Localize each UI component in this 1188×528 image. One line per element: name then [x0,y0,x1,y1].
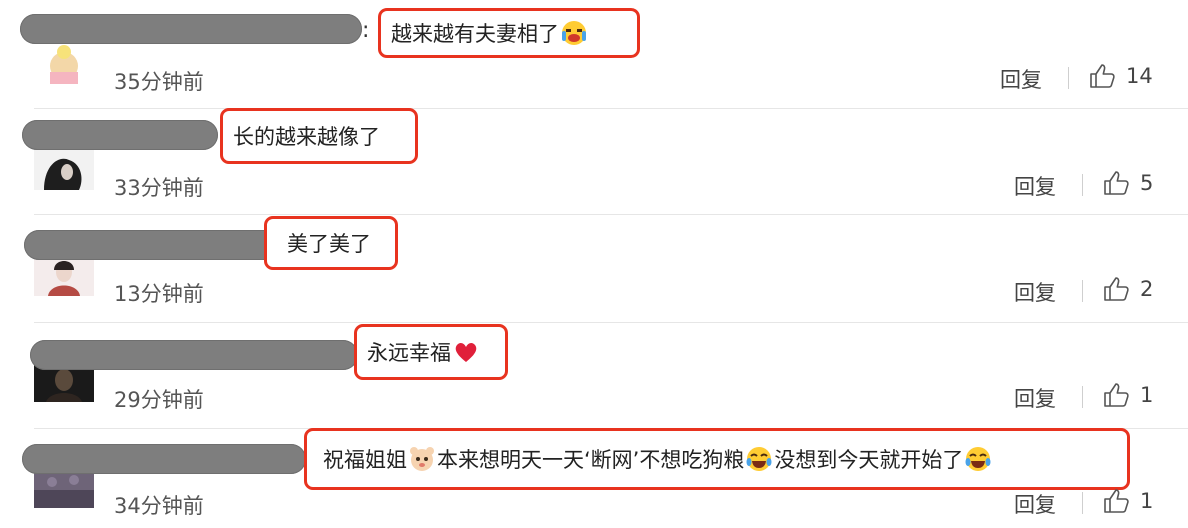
crying-laugh-emoji-icon [560,19,588,47]
action-separator [1082,280,1083,302]
tears-of-joy-emoji-icon [964,445,992,473]
thumbs-up-icon [1090,64,1115,88]
action-separator [1082,492,1083,514]
redacted-username [20,14,362,44]
avatar[interactable] [34,44,94,84]
action-separator [1082,174,1083,196]
comment-time: 13分钟前 [114,282,204,306]
reply-button[interactable]: 回复 [1014,277,1056,307]
thumbs-up-icon [1104,277,1129,301]
redacted-username [22,444,306,474]
thumbs-up-icon [1104,489,1129,513]
reply-button[interactable]: 回复 [1000,64,1042,94]
like-count: 1 [1140,489,1154,513]
comment-divider [34,108,1188,109]
like-count: 5 [1140,171,1154,195]
redacted-username [22,120,218,150]
comment-divider [34,214,1188,215]
avatar[interactable] [34,468,94,508]
comment-text: 长的越来越像了 [233,125,380,149]
comment-time: 34分钟前 [114,494,204,518]
cute-face-emoji-icon [408,445,436,473]
comment-time: 33分钟前 [114,176,204,200]
comment-divider [34,322,1188,323]
comment-text-ending: 没想到今天就开始了 [774,448,964,472]
like-count: 2 [1140,277,1154,301]
reply-button[interactable]: 回复 [1014,489,1056,519]
comment-time: 35分钟前 [114,70,204,94]
action-separator [1082,386,1083,408]
thumbs-up-icon [1104,383,1129,407]
comment-text-highlight: 美了美了 [264,216,398,270]
like-button[interactable]: 2 [1102,275,1153,303]
comment-text-highlight: 永远幸福 [354,324,508,380]
redacted-username [30,340,358,370]
thumbs-up-icon [1104,171,1129,195]
like-count: 1 [1140,383,1154,407]
like-button[interactable]: 1 [1102,381,1153,409]
comment-time: 29分钟前 [114,388,204,412]
comment-text-highlight: 祝福姐姐 本来想明天一天‘断网’不想吃狗粮 没想到今天就开始了 [304,428,1130,490]
comment-text: 永远幸福 [367,341,451,365]
avatar[interactable] [34,256,94,296]
reply-button[interactable]: 回复 [1014,383,1056,413]
colon-separator: : [362,18,370,43]
comment-text: 祝福姐姐 [323,448,407,472]
comment-text-highlight: 越来越有夫妻相了 [378,8,640,58]
reply-button[interactable]: 回复 [1014,171,1056,201]
like-button[interactable]: 5 [1102,169,1153,197]
avatar[interactable] [34,150,94,190]
redacted-username [24,230,282,260]
like-count: 14 [1126,64,1153,88]
comment-text: 美了美了 [287,232,371,256]
like-button[interactable]: 14 [1088,62,1153,90]
comment-text-continued: 本来想明天一天‘断网’不想吃狗粮 [437,448,745,472]
comment-text: 越来越有夫妻相了 [391,22,559,46]
red-heart-emoji-icon [452,338,480,366]
tears-of-joy-emoji-icon [745,445,773,473]
comment-text-highlight: 长的越来越像了 [220,108,418,164]
like-button[interactable]: 1 [1102,487,1153,515]
action-separator [1068,67,1069,89]
